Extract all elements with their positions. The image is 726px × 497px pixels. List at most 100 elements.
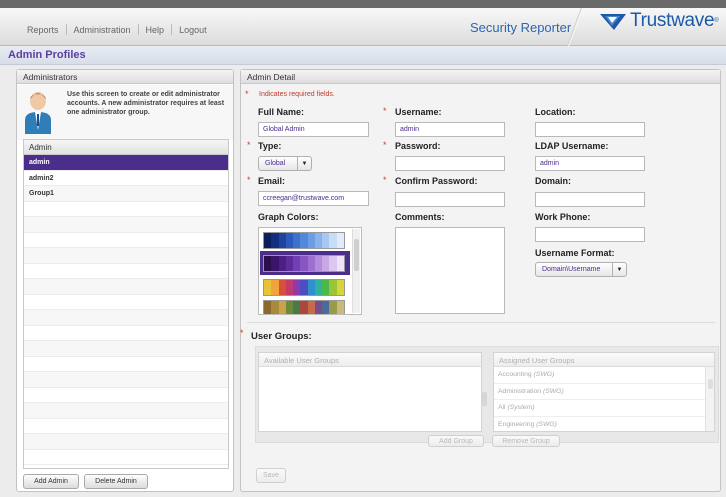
comments-label: Comments: (395, 212, 445, 222)
save-button[interactable]: Save (256, 468, 286, 483)
assigned-group-name: All (498, 404, 506, 411)
admin-row-empty (24, 372, 228, 388)
comments-textarea[interactable] (395, 227, 505, 314)
admin-list-rows: admin admin2 Group1 (24, 155, 228, 465)
available-groups-header: Available User Groups (259, 353, 481, 367)
color-palette-purple[interactable] (263, 255, 345, 272)
scrollbar-thumb[interactable] (354, 239, 359, 271)
assigned-groups-scrollbar[interactable] (705, 367, 714, 431)
color-palette-blue[interactable] (263, 232, 345, 249)
required-asterisk: * (383, 140, 387, 150)
product-title: Security Reporter (470, 20, 572, 35)
location-label: Location: (535, 107, 576, 117)
color-palette-rainbow[interactable] (263, 279, 345, 296)
graph-colors-list[interactable] (258, 227, 362, 315)
password-field[interactable] (395, 156, 505, 171)
graph-colors-scrollbar[interactable] (352, 229, 360, 313)
type-select[interactable]: Global ▼ (258, 156, 312, 171)
assigned-groups-header: Assigned User Groups (494, 353, 714, 367)
assigned-group-name: Engineering (498, 420, 535, 428)
type-select-value: Global (265, 160, 286, 167)
domain-label: Domain: (535, 176, 571, 186)
assigned-group-tag: (SWG) (542, 387, 564, 395)
required-asterisk: * (383, 106, 387, 116)
username-format-select[interactable]: Domain\Username ▼ (535, 262, 627, 277)
password-label: Password: (395, 141, 441, 151)
delete-admin-button[interactable]: Delete Admin (84, 474, 148, 489)
admin-row-empty (24, 248, 228, 264)
nav-reports[interactable]: Reports (20, 25, 66, 35)
main-nav: Reports Administration Help Logout (20, 24, 214, 35)
logo-registered-mark: ® (714, 18, 719, 24)
username-format-label: Username Format: (535, 248, 615, 258)
assigned-group-tag: (System) (507, 404, 535, 411)
admin-row-empty (24, 450, 228, 465)
required-asterisk: * (247, 140, 251, 150)
full-name-label: Full Name: (258, 107, 305, 117)
admin-row-empty (24, 419, 228, 434)
dropdown-arrow-icon: ▼ (612, 263, 626, 276)
assigned-groups-list[interactable]: Assigned User Groups Accounting (SWG) Adm… (493, 352, 715, 432)
administrators-panel: Administrators Use this screen to create… (16, 69, 234, 492)
assigned-group-row[interactable]: Administration (SWG) (494, 384, 714, 400)
admin-row[interactable]: admin2 (24, 171, 228, 186)
administrators-header: Administrators (17, 70, 233, 84)
required-asterisk: * (247, 175, 251, 185)
ldap-username-label: LDAP Username: (535, 141, 609, 151)
nav-administration[interactable]: Administration (67, 25, 138, 35)
trustwave-logo: Trustwave ® (598, 10, 719, 32)
admin-user-icon (25, 92, 51, 134)
color-palette-earth[interactable] (263, 300, 345, 314)
admin-row-empty (24, 434, 228, 450)
required-asterisk: * (383, 175, 387, 185)
nav-help[interactable]: Help (139, 25, 172, 35)
type-label: Type: (258, 141, 282, 151)
username-label: Username: (395, 107, 442, 117)
admin-row-empty (24, 310, 228, 326)
user-groups-label: User Groups: (251, 331, 312, 342)
nav-logout[interactable]: Logout (172, 25, 214, 35)
admin-row-empty (24, 388, 228, 403)
admin-row-empty (24, 357, 228, 372)
remove-group-button[interactable]: Remove Group (492, 435, 560, 447)
admin-detail-header: Admin Detail (241, 70, 720, 84)
assigned-group-tag: (SWG) (533, 371, 555, 378)
admin-row[interactable]: Group1 (24, 186, 228, 202)
window-frame (0, 0, 726, 8)
required-note: Indicates required fields. (259, 91, 335, 98)
assigned-group-row[interactable]: All (System) (494, 400, 714, 417)
add-admin-button[interactable]: Add Admin (23, 474, 79, 489)
work-phone-field[interactable] (535, 227, 645, 242)
add-group-button[interactable]: Add Group (428, 435, 484, 447)
admin-row[interactable]: admin (24, 155, 228, 171)
admin-row-empty (24, 295, 228, 310)
location-field[interactable] (535, 122, 645, 137)
required-asterisk: * (245, 89, 249, 99)
admin-row-empty (24, 264, 228, 279)
assigned-groups-rows: Accounting (SWG) Administration (SWG) All … (494, 367, 714, 432)
email-field[interactable]: ccreegan@trustwave.com (258, 191, 369, 206)
required-asterisk: * (240, 328, 244, 338)
confirm-password-field[interactable] (395, 192, 505, 207)
full-name-field[interactable]: Global Admin (258, 122, 369, 137)
admin-detail-panel: Admin Detail * Indicates required fields… (240, 69, 721, 492)
username-format-value: Domain\Username (542, 266, 601, 273)
assigned-group-row[interactable]: Engineering (SWG) (494, 417, 714, 432)
admin-row-empty (24, 403, 228, 419)
email-label: Email: (258, 176, 286, 186)
admin-row-empty (24, 233, 228, 248)
assigned-group-row[interactable]: Accounting (SWG) (494, 367, 714, 384)
domain-field[interactable] (535, 192, 645, 207)
admin-list: Admin admin admin2 Group1 (23, 139, 229, 469)
username-field[interactable]: admin (395, 122, 505, 137)
ldap-username-field[interactable]: admin (535, 156, 645, 171)
available-groups-list[interactable]: Available User Groups (258, 352, 482, 432)
group-list-splitter[interactable] (482, 392, 487, 406)
assigned-group-name: Accounting (498, 371, 532, 378)
trustwave-logo-icon (600, 14, 626, 30)
logo-text: Trustwave (630, 10, 715, 31)
admin-row-empty (24, 326, 228, 341)
admin-list-header[interactable]: Admin (24, 140, 228, 155)
scrollbar-thumb[interactable] (708, 379, 713, 389)
brand-divider (560, 8, 590, 46)
